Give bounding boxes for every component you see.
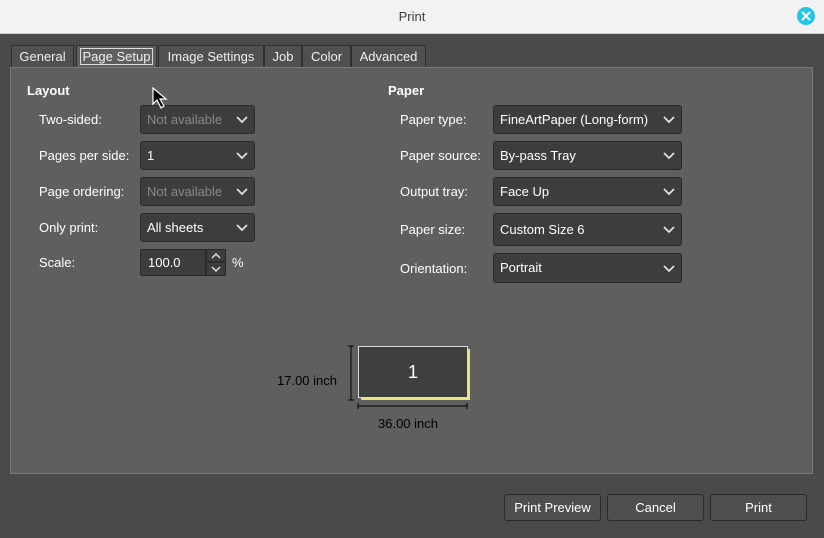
chevron-down-icon [663,265,675,273]
title-bar: Print [0,0,824,34]
pages-per-side-select[interactable]: 1 [140,141,255,170]
page-ordering-select[interactable]: Not available [140,177,255,206]
layout-section-title: Layout [27,83,70,98]
close-icon [801,11,811,21]
two-sided-label: Two-sided: [39,112,102,127]
output-tray-label: Output tray: [400,184,468,199]
orientation-value: Portrait [500,260,542,275]
pages-per-side-label: Pages per side: [39,148,130,163]
chevron-down-icon [663,152,675,160]
paper-size-value: Custom Size 6 [500,222,585,237]
tab-image-settings[interactable]: Image Settings [158,45,264,67]
only-print-label: Only print: [39,220,99,235]
window-title: Print [398,9,426,24]
orientation-select[interactable]: Portrait [493,253,682,283]
tab-page-setup[interactable]: Page Setup [76,45,157,69]
arrow-up-icon [211,252,221,259]
chevron-down-icon [663,188,675,196]
orientation-label: Orientation: [400,261,468,276]
scale-label: Scale: [39,255,76,270]
paper-source-select[interactable]: By-pass Tray [493,141,682,170]
paper-section-title: Paper [388,83,425,98]
tab-job[interactable]: Job [264,45,302,67]
scale-unit: % [232,255,244,270]
close-button[interactable] [797,7,815,25]
scale-increment-button[interactable] [206,249,226,262]
scale-spinbox: 100.0 [140,249,226,276]
paper-source-value: By-pass Tray [500,148,576,163]
page-ordering-label: Page ordering: [39,184,125,199]
paper-source-label: Paper source: [400,148,481,163]
chevron-down-icon [236,116,248,124]
paper-type-value: FineArtPaper (Long-form) [500,112,649,127]
cancel-button[interactable]: Cancel [607,494,704,521]
paper-size-label: Paper size: [400,222,466,237]
tab-label: Image Settings [167,49,255,64]
chevron-down-icon [236,152,248,160]
preview-page-number: 1 [407,362,418,382]
output-tray-select[interactable]: Face Up [493,177,682,206]
scale-input[interactable]: 100.0 [140,249,206,276]
paper-type-label: Paper type: [400,112,467,127]
scale-value: 100.0 [148,255,181,270]
chevron-down-icon [663,116,675,124]
mouse-cursor-icon [152,87,168,109]
preview-height-label: 17.00 inch [277,373,337,388]
preview-width-label: 36.00 inch [378,416,438,431]
tab-label: Page Setup [79,48,154,65]
paper-type-select[interactable]: FineArtPaper (Long-form) [493,105,682,134]
paper-size-select[interactable]: Custom Size 6 [493,213,682,246]
pages-per-side-value: 1 [147,148,155,163]
only-print-value: All sheets [147,220,204,235]
chevron-down-icon [663,226,675,234]
tab-label: General [19,49,66,64]
tab-advanced[interactable]: Advanced [351,45,426,67]
only-print-select[interactable]: All sheets [140,213,255,242]
print-button[interactable]: Print [710,494,807,521]
scale-decrement-button[interactable] [206,262,226,276]
chevron-down-icon [236,224,248,232]
print-preview-button[interactable]: Print Preview [504,494,601,521]
tab-label: Color [310,49,343,64]
output-tray-value: Face Up [500,184,550,199]
tab-color[interactable]: Color [302,45,351,67]
tab-general[interactable]: General [11,45,74,67]
chevron-down-icon [236,188,248,196]
arrow-down-icon [211,266,221,273]
tab-label: Job [272,49,294,64]
page-ordering-value: Not available [147,184,223,199]
tab-label: Advanced [359,49,418,64]
